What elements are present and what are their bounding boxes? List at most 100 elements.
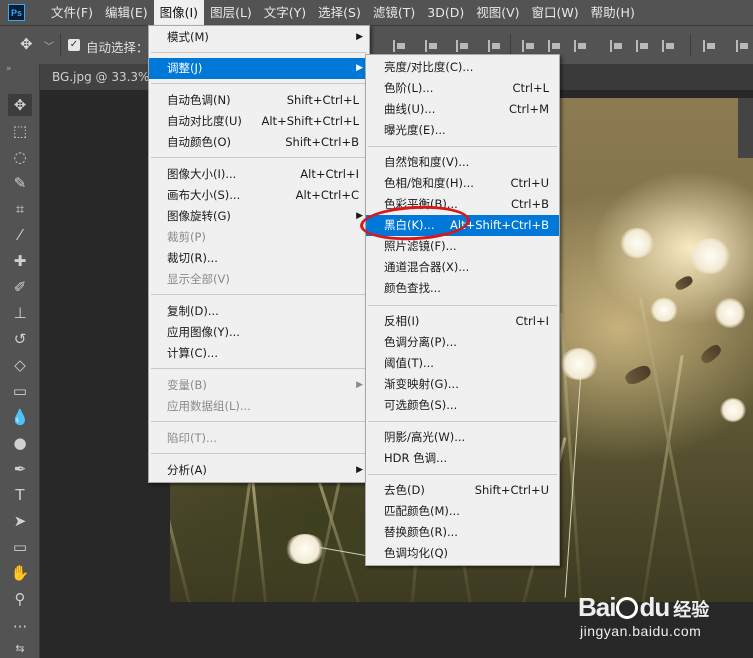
- adjustments-submenu: 亮度/对比度(C)... 色阶(L)... Ctrl+L 曲线(U)... Ctrl…: [365, 54, 560, 566]
- dandelion-puff: [720, 398, 746, 422]
- menu-bar: Ps 文件(F) 编辑(E) 图像(I) 图层(L) 文字(Y) 选择(S) 滤…: [0, 0, 753, 25]
- menu-edit[interactable]: 编辑(E): [99, 0, 154, 25]
- menu-item-apply-image[interactable]: 应用图像(Y)...: [149, 322, 369, 343]
- collapse-panel-icon[interactable]: »: [6, 64, 12, 74]
- menu-item-selective-color[interactable]: 可选颜色(S)...: [366, 395, 559, 416]
- menu-item-mode[interactable]: 模式(M) ▶: [149, 27, 369, 48]
- menu-type[interactable]: 文字(Y): [258, 0, 312, 25]
- align-top-icon[interactable]: [488, 40, 501, 52]
- auto-align-icon[interactable]: [703, 40, 716, 52]
- menu-separator: [151, 157, 367, 158]
- right-panel-collapsed[interactable]: [738, 98, 753, 158]
- distribute-left-icon[interactable]: [610, 40, 623, 52]
- healing-brush-tool-icon[interactable]: ✚: [8, 250, 32, 272]
- menu-item-invert[interactable]: 反相(I) Ctrl+I: [366, 311, 559, 332]
- menu-item-adjustments[interactable]: 调整(J) ▶: [149, 58, 369, 79]
- menu-item-threshold[interactable]: 阈值(T)...: [366, 353, 559, 374]
- menu-item-posterize[interactable]: 色调分离(P)...: [366, 332, 559, 353]
- dandelion-puff: [285, 534, 325, 564]
- menu-view[interactable]: 视图(V): [470, 0, 525, 25]
- menu-item-image-rotation[interactable]: 图像旋转(G) ▶: [149, 206, 369, 227]
- brush-tool-icon[interactable]: ✐: [8, 276, 32, 298]
- 3d-mode-icon[interactable]: [736, 40, 749, 52]
- menu-item-trim[interactable]: 裁切(R)...: [149, 248, 369, 269]
- menu-3d[interactable]: 3D(D): [421, 0, 470, 25]
- distribute-center-icon[interactable]: [636, 40, 649, 52]
- menu-item-analysis[interactable]: 分析(A) ▶: [149, 460, 369, 481]
- dandelion-puff: [620, 228, 654, 258]
- menu-item-shadows-highlights[interactable]: 阴影/高光(W)...: [366, 427, 559, 448]
- path-selection-tool-icon[interactable]: ➤: [8, 510, 32, 532]
- align-center-icon[interactable]: [425, 40, 438, 52]
- menu-item-auto-contrast[interactable]: 自动对比度(U) Alt+Shift+Ctrl+L: [149, 111, 369, 132]
- menu-item-equalize[interactable]: 色调均化(Q): [366, 543, 559, 564]
- eyedropper-tool-icon[interactable]: ⁄: [8, 224, 32, 246]
- chevron-down-icon[interactable]: ﹀: [44, 38, 54, 53]
- menu-image[interactable]: 图像(I): [153, 0, 205, 25]
- menu-item-replace-color[interactable]: 替换颜色(R)...: [366, 522, 559, 543]
- menu-filter[interactable]: 滤镜(T): [367, 0, 421, 25]
- menu-item-channel-mixer[interactable]: 通道混合器(X)...: [366, 257, 559, 278]
- distribute-middle-icon[interactable]: [548, 40, 561, 52]
- menu-separator: [151, 83, 367, 84]
- align-right-icon[interactable]: [456, 40, 469, 52]
- menu-item-desaturate[interactable]: 去色(D) Shift+Ctrl+U: [366, 480, 559, 501]
- swap-colors-icon[interactable]: ⇆: [8, 638, 32, 658]
- menu-item-crop: 裁剪(P): [167, 230, 206, 244]
- menu-window[interactable]: 窗口(W): [526, 0, 585, 25]
- image-menu: 模式(M) ▶ 调整(J) ▶ 自动色调(N) Shift+Ctrl+L 自动对比度(…: [148, 25, 370, 483]
- dodge-tool-icon[interactable]: ●: [8, 432, 32, 454]
- menu-item-apply-data-set: 应用数据组(L)...: [167, 399, 251, 413]
- menu-separator: [368, 305, 557, 306]
- eraser-tool-icon[interactable]: ◇: [8, 354, 32, 376]
- menu-item-exposure[interactable]: 曝光度(E)...: [366, 120, 559, 141]
- move-tool-icon[interactable]: ✥: [20, 37, 33, 52]
- stamp-tool-icon[interactable]: ⊥: [8, 302, 32, 324]
- paw-icon: [616, 597, 639, 619]
- menu-item-brightness-contrast[interactable]: 亮度/对比度(C)...: [366, 57, 559, 78]
- move-tool-icon[interactable]: ✥: [8, 94, 32, 116]
- menu-layer[interactable]: 图层(L): [204, 0, 258, 25]
- options-divider: [690, 34, 691, 56]
- hand-tool-icon[interactable]: ✋: [8, 562, 32, 584]
- history-brush-tool-icon[interactable]: ↺: [8, 328, 32, 350]
- menu-item-match-color[interactable]: 匹配颜色(M)...: [366, 501, 559, 522]
- menu-item-curves[interactable]: 曲线(U)... Ctrl+M: [366, 99, 559, 120]
- menu-item-canvas-size[interactable]: 画布大小(S)... Alt+Ctrl+C: [149, 185, 369, 206]
- menu-item-duplicate[interactable]: 复制(D)...: [149, 301, 369, 322]
- submenu-arrow-icon: ▶: [356, 465, 363, 475]
- more-tools-icon[interactable]: ···: [8, 616, 32, 638]
- menu-file[interactable]: 文件(F): [45, 0, 99, 25]
- options-divider: [510, 34, 511, 56]
- quick-select-tool-icon[interactable]: ✎: [8, 172, 32, 194]
- distribute-top-icon[interactable]: [522, 40, 535, 52]
- type-tool-icon[interactable]: T: [8, 484, 32, 506]
- auto-select-checkbox[interactable]: ✓: [68, 39, 80, 51]
- blur-tool-icon[interactable]: 💧: [8, 406, 32, 428]
- document-tab[interactable]: BG.jpg @ 33.3%(R: [40, 64, 148, 90]
- menu-item-hdr-toning[interactable]: HDR 色调...: [366, 448, 559, 469]
- menu-separator: [151, 421, 367, 422]
- menu-item-auto-tone[interactable]: 自动色调(N) Shift+Ctrl+L: [149, 90, 369, 111]
- menu-item-color-lookup[interactable]: 颜色查找...: [366, 278, 559, 299]
- menu-item-gradient-map[interactable]: 渐变映射(G)...: [366, 374, 559, 395]
- menu-help[interactable]: 帮助(H): [585, 0, 641, 25]
- menu-item-vibrance[interactable]: 自然饱和度(V)...: [366, 152, 559, 173]
- menu-separator: [151, 453, 367, 454]
- rectangle-tool-icon[interactable]: ▭: [8, 536, 32, 558]
- menu-item-auto-color[interactable]: 自动颜色(O) Shift+Ctrl+B: [149, 132, 369, 153]
- align-left-icon[interactable]: [393, 40, 406, 52]
- gradient-tool-icon[interactable]: ▭: [8, 380, 32, 402]
- zoom-tool-icon[interactable]: ⚲: [8, 588, 32, 610]
- distribute-bottom-icon[interactable]: [574, 40, 587, 52]
- distribute-right-icon[interactable]: [662, 40, 675, 52]
- menu-item-hue-saturation[interactable]: 色相/饱和度(H)... Ctrl+U: [366, 173, 559, 194]
- lasso-tool-icon[interactable]: ◌: [8, 146, 32, 168]
- crop-tool-icon[interactable]: ⌗: [8, 198, 32, 220]
- menu-item-image-size[interactable]: 图像大小(I)... Alt+Ctrl+I: [149, 164, 369, 185]
- pen-tool-icon[interactable]: ✒: [8, 458, 32, 480]
- menu-item-levels[interactable]: 色阶(L)... Ctrl+L: [366, 78, 559, 99]
- menu-select[interactable]: 选择(S): [312, 0, 367, 25]
- menu-item-calculations[interactable]: 计算(C)...: [149, 343, 369, 364]
- marquee-tool-icon[interactable]: ⬚: [8, 120, 32, 142]
